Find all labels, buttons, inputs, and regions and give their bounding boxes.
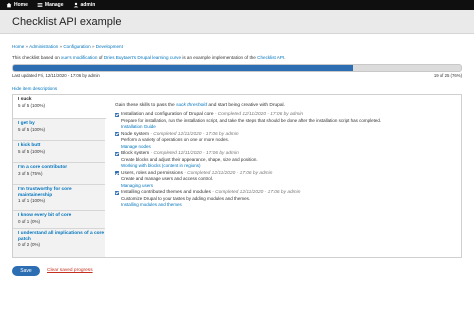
tab-summary: 0 of 2 (0%)	[18, 242, 41, 248]
item-link[interactable]: Working with blocks (content in regions)	[121, 163, 455, 169]
clear-saved-progress-link[interactable]: Clear saved progress	[47, 268, 93, 273]
intro-link-modification[interactable]: xue's modification	[61, 55, 97, 60]
tab-title: I'm trustworthy for core maintainership	[18, 187, 72, 198]
intro-text: This checklist based on xue's modificati…	[12, 55, 285, 60]
home-icon	[6, 2, 12, 8]
admin-toolbar: Home Manage admin	[0, 0, 474, 10]
tab-pane-i-suck: Gain these skills to pass the suck thres…	[115, 103, 455, 210]
item-description: Perform a variety of operations on one o…	[121, 137, 230, 143]
tab-summary: 3 of 5 (75%)	[18, 170, 43, 176]
pane-intro: Gain these skills to pass the suck thres…	[115, 103, 455, 108]
intro-link-checklist-api[interactable]: Checklist API	[257, 55, 284, 60]
tab-summary: 5 of 5 (100%)	[18, 126, 46, 132]
hide-descriptions-link[interactable]: Hide item descriptions	[12, 86, 57, 91]
suck-threshold-link[interactable]: suck threshold	[176, 103, 207, 108]
tab-title: I understand all implications of a core …	[18, 231, 105, 242]
item-description: Prepare for installation, run the instal…	[121, 117, 382, 123]
checked-checkbox[interactable]	[115, 132, 120, 137]
tab-i-get-by[interactable]: I get by 5 of 5 (100%)	[13, 119, 105, 141]
progress-count: 19 of 25 (76%)	[433, 73, 462, 78]
item-title: Installation and configuration of Drupal…	[121, 112, 214, 117]
item-description: Customize Drupal to your tastes by addin…	[121, 195, 251, 201]
item-link[interactable]: Installation Guide	[121, 124, 455, 130]
tab-summary: 0 of 1 (0%)	[18, 218, 41, 224]
toolbar-home-label: Home	[14, 2, 28, 8]
save-button[interactable]: Save	[12, 266, 40, 276]
intro-middle2: is an example implementation of the	[182, 55, 256, 60]
intro-suffix: .	[284, 55, 286, 60]
progress-bar	[12, 64, 462, 72]
intro-prefix: This checklist based on	[12, 55, 60, 60]
checklist-item-block-system: Block system - Completed 12/11/2020 - 17…	[115, 151, 455, 169]
breadcrumb-development[interactable]: Development	[96, 44, 123, 49]
tab-summary: 1 of 1 (100%)	[18, 198, 46, 204]
page-header: Checklist API example	[0, 10, 474, 34]
item-meta: - Completed 12/11/2020 - 17:06 by admin	[150, 131, 239, 137]
tab-i-suck[interactable]: I suck 5 of 5 (100%)	[13, 95, 106, 119]
intro-link-learning-curve[interactable]: Dries Buytaert's Drupal learning curve	[104, 55, 181, 60]
tab-understand-implications[interactable]: I understand all implications of a core …	[13, 229, 105, 257]
toolbar-manage-label: Manage	[44, 2, 64, 8]
item-title: Installing contributed themes and module…	[121, 190, 211, 196]
item-title: Node system	[121, 131, 149, 137]
checklist-item-contrib: Installing contributed themes and module…	[115, 190, 455, 208]
item-meta: - Completed 12/11/2020 - 17:06 by admin	[150, 151, 239, 157]
item-link[interactable]: Manage nodes	[121, 144, 455, 150]
intro-middle: of	[98, 55, 103, 60]
progress-bar-fill	[13, 65, 354, 71]
pane-intro-prefix: Gain these skills to pass the	[115, 103, 175, 108]
checklist-item-installation: Installation and configuration of Drupal…	[115, 112, 455, 130]
checked-checkbox[interactable]	[115, 151, 120, 156]
item-description: Create blocks and adjust their appearanc…	[121, 156, 258, 162]
tab-summary: 5 of 5 (100%)	[18, 102, 46, 108]
checked-checkbox[interactable]	[115, 171, 120, 176]
checked-checkbox[interactable]	[115, 112, 120, 117]
breadcrumb-administration[interactable]: Administration	[29, 44, 58, 49]
tab-i-kick-butt[interactable]: I kick butt 5 of 5 (100%)	[13, 141, 105, 163]
item-link[interactable]: Installing modules and themes	[121, 202, 455, 208]
item-meta: - Completed 12/11/2020 - 17:06 by admin	[184, 170, 273, 176]
tab-core-maintainership[interactable]: I'm trustworthy for core maintainership …	[13, 185, 105, 211]
tab-core-contributor[interactable]: I'm a core contributor 3 of 5 (75%)	[13, 163, 105, 185]
item-meta: - Completed 12/11/2020 - 17:06 by admin	[214, 112, 304, 117]
menu-icon	[37, 3, 43, 7]
tab-know-every-bit[interactable]: I know every bit of core 0 of 1 (0%)	[13, 211, 105, 229]
breadcrumb-configuration[interactable]: Configuration	[63, 44, 90, 49]
item-description: Create and manage users and access contr…	[121, 176, 214, 182]
pane-intro-suffix: and start being creative with Drupal.	[208, 103, 285, 108]
checked-checkbox[interactable]	[115, 190, 120, 196]
page-title: Checklist API example	[12, 16, 122, 28]
vertical-tabs: I suck 5 of 5 (100%) I get by 5 of 5 (10…	[12, 94, 462, 258]
user-icon	[73, 2, 78, 8]
breadcrumb-home[interactable]: Home	[12, 44, 24, 49]
item-title: Block system	[121, 151, 150, 157]
tab-summary: 5 of 5 (100%)	[18, 148, 46, 154]
item-link[interactable]: Managing users	[121, 183, 455, 189]
checklist-item-node-system: Node system - Completed 12/11/2020 - 17:…	[115, 132, 455, 150]
item-title: Users, roles and permissions	[121, 170, 183, 176]
toolbar-user[interactable]: admin	[70, 2, 99, 8]
toolbar-user-label: admin	[80, 2, 96, 8]
vertical-tab-list: I suck 5 of 5 (100%) I get by 5 of 5 (10…	[13, 95, 106, 257]
toolbar-home[interactable]: Home	[3, 2, 31, 8]
last-updated: Last updated Fri, 12/11/2020 - 17:06 by …	[12, 73, 100, 78]
checklist-item-users: Users, roles and permissions - Completed…	[115, 171, 455, 189]
breadcrumb: Home » Administration » Configuration » …	[12, 44, 123, 49]
item-meta: - Completed 12/11/2020 - 17:06 by admin	[212, 190, 301, 196]
toolbar-manage[interactable]: Manage	[34, 2, 67, 8]
